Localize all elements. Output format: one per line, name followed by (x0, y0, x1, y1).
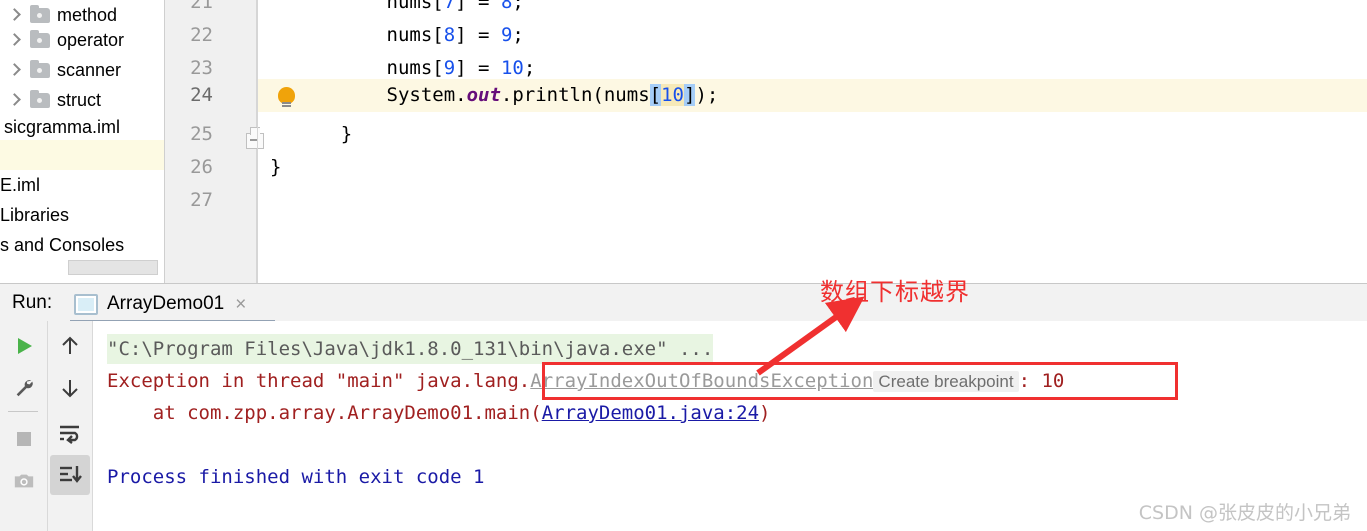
code-number: 8 (500, 0, 513, 13)
code-number: 10 (500, 57, 524, 79)
code-text: nums[ (295, 57, 444, 79)
down-the-stack-trace-button[interactable] (50, 368, 90, 408)
line-number: 26 (190, 156, 213, 178)
run-header: Run: ArrayDemo01 × (0, 284, 1367, 323)
run-tool-window: Run: ArrayDemo01 × "C:\Program Files\Jav… (0, 283, 1367, 531)
folder-icon (30, 4, 50, 23)
tree-item-selected-row[interactable] (0, 140, 165, 170)
camera-icon (14, 474, 34, 488)
folder-icon (30, 29, 50, 48)
tree-item-struct[interactable]: struct (0, 85, 165, 115)
stop-square-icon (17, 432, 31, 446)
run-panel-label: Run: (12, 292, 53, 313)
code-text: } (270, 156, 282, 178)
arrow-down-icon (62, 380, 78, 398)
code-number: 7 (443, 0, 456, 13)
run-tab-arraydemo01[interactable]: ArrayDemo01 × (68, 288, 252, 320)
run-toolbar-left (0, 321, 48, 531)
scroll-to-end-icon (60, 466, 82, 483)
folder-icon (30, 59, 50, 78)
code-text: ] = (455, 0, 501, 13)
toolbar-divider (8, 411, 38, 412)
chevron-right-icon[interactable] (8, 63, 22, 77)
code-text: System. (295, 84, 467, 106)
run-tab-label: ArrayDemo01 (107, 293, 225, 314)
code-text: nums[ (295, 0, 444, 13)
soft-wrap-button[interactable] (50, 413, 90, 453)
code-text: ); (695, 84, 719, 106)
code-text: ] = (455, 24, 501, 46)
stack-trace-prefix: at com.zpp.array.ArrayDemo01.main( (107, 402, 542, 424)
chevron-right-icon[interactable] (8, 8, 22, 22)
editor-vertical-separator (257, 0, 258, 283)
chevron-right-icon[interactable] (8, 33, 22, 47)
stop-button[interactable] (4, 419, 44, 459)
watermark-text: CSDN @张皮皮的小兄弟 (1138, 502, 1351, 524)
line-number: 21 (190, 0, 213, 13)
code-text: .println(nums (500, 84, 650, 106)
ide-window: method operator scanner struct sicgramma… (0, 0, 1367, 531)
line-number: 27 (190, 189, 213, 211)
project-tree-panel[interactable]: method operator scanner struct sicgramma… (0, 0, 165, 283)
code-bracket-close: ] (683, 84, 696, 106)
tree-item-operator[interactable]: operator (0, 25, 165, 55)
tree-item-scratches-and-consoles[interactable]: s and Consoles (0, 230, 124, 260)
console-stack-trace-line: at com.zpp.array.ArrayDemo01.main(ArrayD… (107, 398, 771, 428)
code-text: } (295, 123, 353, 145)
code-editor[interactable]: 21 22 23 24 25 26 27 nums[7] = 8; nums[8… (165, 0, 1367, 283)
line-number: 22 (190, 24, 213, 46)
code-line-22: nums[8] = 9; (295, 19, 524, 52)
code-text: nums[ (295, 24, 444, 46)
code-text: ; (523, 57, 536, 79)
tree-item-label: scanner (57, 60, 122, 80)
thread-dump-button[interactable] (4, 461, 44, 501)
code-number: 9 (443, 57, 456, 79)
console-command-line: "C:\Program Files\Java\jdk1.8.0_131\bin\… (107, 334, 714, 364)
code-text: ; (512, 24, 524, 46)
tree-item-iml-file[interactable]: sicgramma.iml (4, 112, 120, 142)
rerun-button[interactable] (4, 326, 44, 366)
code-bracket-open: [ (649, 84, 662, 106)
run-toolbar-right (48, 321, 93, 531)
soft-wrap-icon (60, 425, 79, 444)
wrench-icon (16, 380, 33, 397)
code-number: 9 (500, 24, 513, 46)
play-triangle-icon (18, 338, 32, 354)
line-number-current: 24 (190, 84, 213, 106)
console-window-icon (74, 293, 98, 315)
tree-item-scanner[interactable]: scanner (0, 55, 165, 85)
code-text: ; (512, 0, 524, 13)
code-line-26: } (270, 151, 281, 184)
arrow-up-icon (62, 336, 78, 354)
editor-gutter[interactable]: 21 22 23 24 25 26 27 (165, 0, 257, 283)
code-line-21: nums[7] = 8; (295, 0, 524, 19)
chevron-right-icon[interactable] (8, 93, 22, 107)
code-line-24: System.out.println(nums[10]); (295, 79, 718, 112)
sidebar-horizontal-scrollbar[interactable] (68, 260, 158, 275)
tree-item-label: struct (57, 90, 102, 110)
stack-trace-suffix: ) (759, 402, 771, 424)
up-the-stack-trace-button[interactable] (50, 326, 90, 366)
code-line-25: } (295, 118, 352, 151)
tree-item-label: operator (57, 30, 125, 50)
exception-prefix: Exception in thread "main" java.lang. (107, 370, 531, 392)
scroll-to-end-button[interactable] (50, 455, 90, 495)
close-icon[interactable]: × (235, 295, 246, 314)
line-number: 25 (190, 123, 213, 145)
tree-item-e-iml[interactable]: E.iml (0, 170, 40, 200)
code-number: 8 (443, 24, 456, 46)
edit-configurations-button[interactable] (4, 368, 44, 408)
folder-icon (30, 89, 50, 108)
code-fold-icon[interactable] (246, 133, 264, 149)
code-text: ] = (455, 57, 501, 79)
source-location-link[interactable]: ArrayDemo01.java:24 (542, 402, 759, 424)
lightbulb-intention-icon[interactable] (278, 87, 295, 104)
console-process-finished-line: Process finished with exit code 1 (107, 466, 485, 488)
red-highlight-box (542, 362, 1178, 400)
code-field-out: out (466, 84, 501, 106)
tree-item-libraries[interactable]: Libraries (0, 200, 69, 230)
code-index-literal: 10 (661, 84, 684, 106)
